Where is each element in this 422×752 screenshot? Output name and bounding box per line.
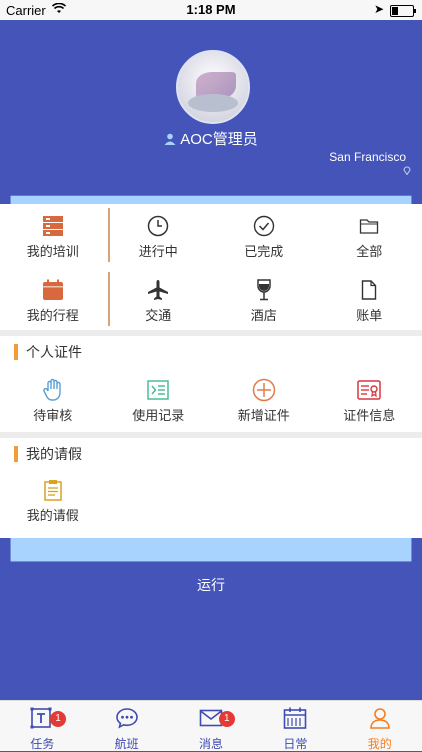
tab-label: 消息 xyxy=(169,735,253,752)
section-title: 个人证件 xyxy=(14,344,82,360)
certificates-row: 待审核 使用记录 新增证件 证件信息 xyxy=(0,368,422,430)
section-title: 我的请假 xyxy=(14,446,82,462)
cert-item-usage-records[interactable]: 使用记录 xyxy=(106,368,212,430)
grid-item-my-itinerary[interactable]: 我的行程 xyxy=(0,268,106,330)
leave-row: 我的请假 xyxy=(0,468,422,530)
user-name-text: AOC管理员 xyxy=(180,131,258,148)
bottom-tab-bar: 1 任务 航班 1 消息 日常 我的 xyxy=(0,700,422,751)
add-circle-icon xyxy=(252,378,276,402)
grid-item-label: 交通 xyxy=(106,305,212,324)
person-icon xyxy=(367,707,393,729)
grid-item-hotel[interactable]: 酒店 xyxy=(211,268,317,330)
grid-item-completed[interactable]: 已完成 xyxy=(211,204,317,266)
leave-item-my-leave[interactable]: 我的请假 xyxy=(0,468,106,530)
leave-section: 我的请假 我的请假 xyxy=(0,438,422,538)
messages-badge: 1 xyxy=(219,711,235,727)
certificates-section: 个人证件 待审核 使用记录 新增证件 证件信息 xyxy=(0,336,422,432)
grid-item-label: 全部 xyxy=(317,241,422,260)
user-name: AOC管理员 xyxy=(0,128,422,149)
grid-item-label: 我的培训 xyxy=(0,241,106,260)
row-separator xyxy=(108,272,110,326)
clock-icon xyxy=(146,214,170,238)
tab-flights[interactable]: 航班 xyxy=(84,701,168,751)
cert-item-label: 证件信息 xyxy=(317,405,422,424)
cert-item-pending-review[interactable]: 待审核 xyxy=(0,368,106,430)
tab-label: 航班 xyxy=(84,735,168,752)
location-text: San Francisco xyxy=(329,150,406,164)
cert-item-certificate-info[interactable]: 证件信息 xyxy=(317,368,422,430)
cert-item-label: 待审核 xyxy=(0,405,106,424)
check-circle-icon xyxy=(252,214,276,238)
cert-item-add-certificate[interactable]: 新增证件 xyxy=(211,368,317,430)
quick-grid-row-2: 我的行程 交通 酒店 账单 xyxy=(0,268,422,330)
wine-icon xyxy=(252,278,276,302)
records-icon xyxy=(146,378,170,402)
grid-item-label: 账单 xyxy=(317,305,422,324)
row-separator xyxy=(108,208,110,262)
tab-label: 日常 xyxy=(253,735,337,752)
tab-tasks[interactable]: 1 任务 xyxy=(0,701,84,751)
status-bar: Carrier 1:18 PM ➤ xyxy=(0,0,422,20)
grid-item-label: 进行中 xyxy=(106,241,212,260)
avatar[interactable] xyxy=(176,50,250,124)
grid-item-all[interactable]: 全部 xyxy=(317,204,422,266)
training-icon xyxy=(41,214,65,238)
status-time: 1:18 PM xyxy=(0,2,422,17)
profile-header: AOC管理员 运行 San Francisco xyxy=(0,20,422,204)
clipboard-icon xyxy=(41,478,65,502)
calendar-grid-icon xyxy=(282,707,308,729)
tab-mine[interactable]: 我的 xyxy=(338,701,422,751)
tab-label: 任务 xyxy=(0,735,84,752)
leave-item-label: 我的请假 xyxy=(0,505,106,524)
cert-item-label: 新增证件 xyxy=(211,405,317,424)
chat-icon xyxy=(114,707,140,729)
calendar-icon xyxy=(41,278,65,302)
grid-item-my-training[interactable]: 我的培训 xyxy=(0,204,106,266)
folder-icon xyxy=(357,214,381,238)
map-pin-icon xyxy=(402,165,412,175)
airplane-icon xyxy=(146,278,170,302)
document-icon xyxy=(357,278,381,302)
hand-icon xyxy=(41,378,65,402)
cert-item-label: 使用记录 xyxy=(106,405,212,424)
user-icon xyxy=(164,133,176,145)
tasks-badge: 1 xyxy=(50,711,66,727)
grid-item-transport[interactable]: 交通 xyxy=(106,268,212,330)
location-arrow-icon: ➤ xyxy=(374,2,384,16)
grid-item-label: 酒店 xyxy=(211,305,317,324)
grid-item-in-progress[interactable]: 进行中 xyxy=(106,204,212,266)
id-card-icon xyxy=(357,378,381,402)
tab-messages[interactable]: 1 消息 xyxy=(169,701,253,751)
quick-grid-card: 我的培训 进行中 已完成 全部 我的行程 xyxy=(0,204,422,330)
tab-label: 我的 xyxy=(338,735,422,752)
grid-item-label: 我的行程 xyxy=(0,305,106,324)
battery-icon xyxy=(390,5,414,17)
tab-daily[interactable]: 日常 xyxy=(253,701,337,751)
quick-grid-row-1: 我的培训 进行中 已完成 全部 xyxy=(0,204,422,266)
grid-item-label: 已完成 xyxy=(211,241,317,260)
department-text: 运行 xyxy=(197,577,225,593)
grid-item-bills[interactable]: 账单 xyxy=(317,268,422,330)
